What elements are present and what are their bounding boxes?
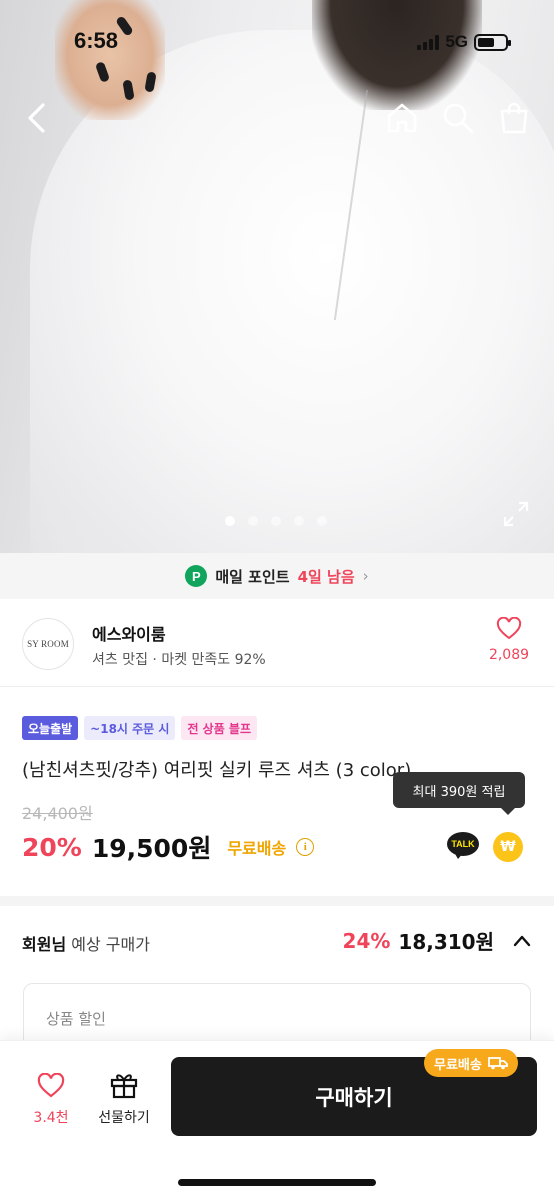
gift-icon [110,1074,138,1099]
bottom-action-bar: 3.4천 선물하기 구매하기 무료배송 [0,1040,554,1200]
back-button[interactable] [16,98,56,138]
member-price-values: 24% 18,310원 [343,926,532,955]
shop-like-count: 2,089 [488,647,530,663]
tag-order-deadline: ~18시 주문 시 [84,716,176,740]
won-icon: ₩ [500,839,516,855]
home-icon [387,103,417,133]
member-price: 18,310원 [398,930,494,954]
gift-button[interactable]: 선물하기 [92,1071,156,1127]
talk-bubble-tail [454,852,464,859]
point-icon: P [185,565,208,587]
member-label-bold: 회원님 [22,935,67,954]
daily-point-banner[interactable]: P 매일 포인트 4일 남음 › [0,553,554,599]
status-time: 6:58 [74,28,119,53]
gallery-dot[interactable] [271,516,281,526]
product-tags: 오늘출발 ~18시 주문 시 전 상품 블프 [22,716,258,740]
sale-price: 19,500원 [91,834,212,863]
member-price-row[interactable]: 회원님 예상 구매가 24% 18,310원 [22,926,532,958]
cart-button[interactable] [494,98,534,138]
shop-meta: 셔츠 맛집 · 마켓 만족도 92% [92,652,266,668]
gallery-dot[interactable] [294,516,304,526]
info-icon[interactable]: i [296,838,315,856]
chevron-up-icon[interactable] [512,931,532,951]
truck-icon [487,1057,508,1070]
shop-info[interactable]: SY ROOM 에스와이룸 셔츠 맛집 · 마켓 만족도 92% 2,089 [0,599,554,687]
wish-count: 3.4천 [33,1110,69,1126]
home-button[interactable] [382,98,422,138]
network-type: 5G [445,32,468,51]
reward-button[interactable]: ₩ [493,832,523,862]
home-indicator [178,1179,376,1186]
gallery-indicator [225,516,327,526]
wish-button[interactable]: 3.4천 [28,1072,74,1127]
status-bar: 6:58 5G [0,28,554,58]
tag-black-friday: 전 상품 블프 [181,716,258,740]
free-shipping-badge: 무료배송 [424,1049,518,1077]
chevron-left-icon [28,103,45,133]
gift-label: 선물하기 [98,1110,150,1126]
reward-tooltip: 최대 390원 적립 [393,772,525,815]
gallery-dot[interactable] [248,516,258,526]
heart-icon [496,616,522,640]
product-title: (남친셔츠핏/강추) 여리핏 실키 루즈 셔츠 (3 color) [22,760,412,781]
member-discount: 24% [342,928,391,953]
expand-icon [503,501,529,527]
gallery-dot[interactable] [317,516,327,526]
fullscreen-button[interactable] [502,500,530,528]
member-price-label: 회원님 예상 구매가 [22,931,150,955]
shop-name[interactable]: 에스와이룸 [92,621,166,645]
hand-photo [55,0,165,120]
free-shipping-badge-label: 무료배송 [434,1057,482,1073]
gallery-dot[interactable] [225,516,235,526]
member-label-rest: 예상 구매가 [66,935,150,954]
search-icon [443,103,474,134]
original-price: 24,400원 [22,804,93,823]
shop-logo[interactable]: SY ROOM [22,618,74,670]
chevron-right-icon: › [362,567,369,585]
section-divider [0,896,554,906]
battery-icon [474,33,511,51]
price-row: 20% 19,500원 무료배송 i [22,829,315,865]
search-button[interactable] [438,98,478,138]
discount-rate: 20% [22,832,82,862]
product-image[interactable]: 6:58 5G [0,0,554,553]
tag-today-ship: 오늘출발 [22,716,79,740]
status-indicators: 5G [417,32,511,52]
signal-icon [417,34,440,50]
point-label: 매일 포인트 [215,567,290,586]
kakao-talk-button[interactable]: TALK [447,832,481,860]
shopping-bag-icon [500,102,528,134]
heart-icon [37,1072,65,1098]
discount-box-label: 상품 할인 [46,1010,106,1028]
free-shipping-label: 무료배송 [227,839,287,858]
point-days-left: 4일 남음 [297,567,355,586]
shop-like-button[interactable]: 2,089 [484,616,534,663]
